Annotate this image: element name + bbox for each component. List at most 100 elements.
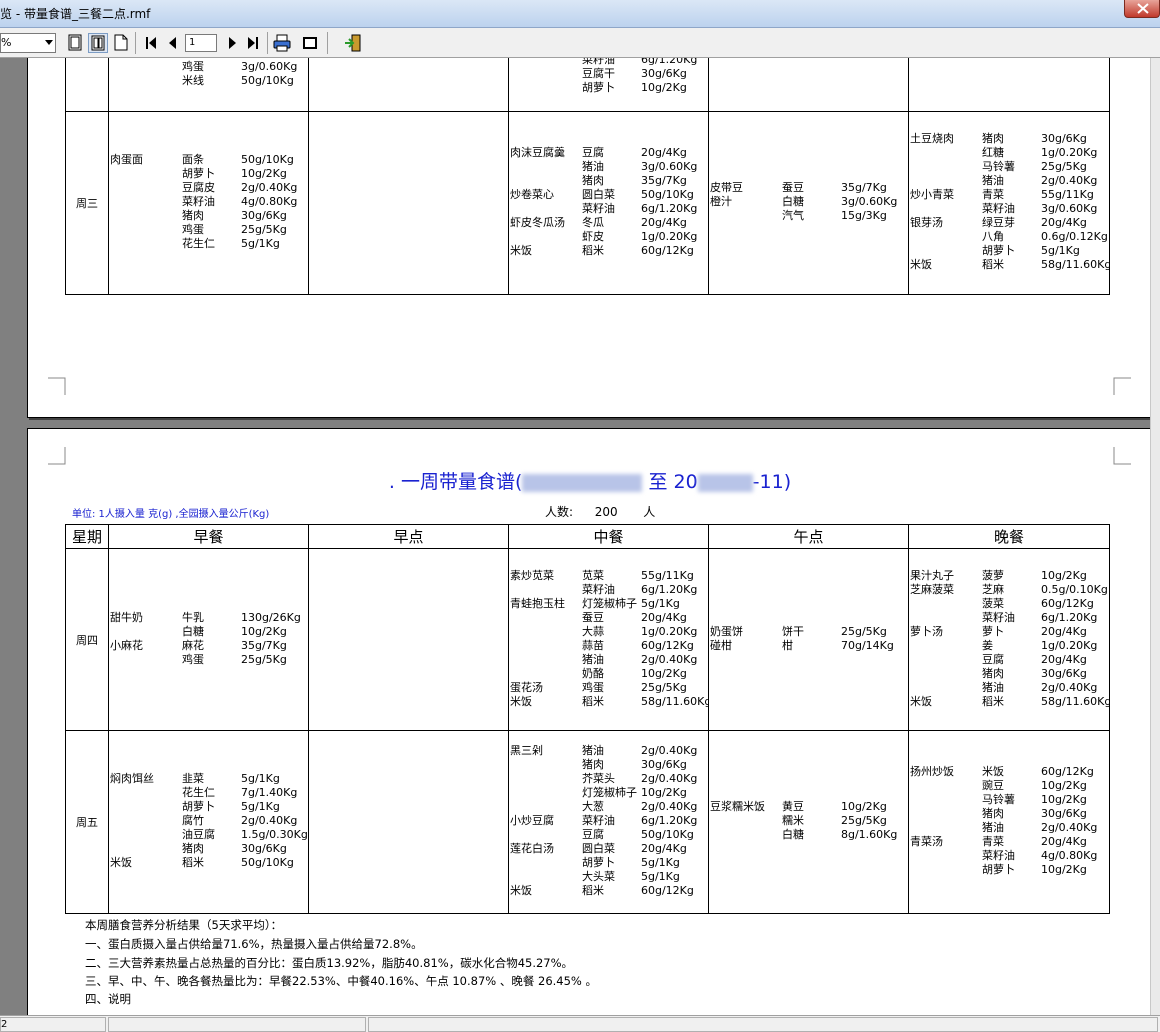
document-viewport[interactable]: 鸡蛋 3g/0.60Kg 米线 50g/10Kg 菜籽油 6g/1.20Kg 豆腐干 30g… [0,58,1160,1015]
ingredient-amount: 35g/7Kg [841,181,887,194]
last-page-button[interactable] [243,33,263,53]
ingredient-name: 豆腐干 [582,67,615,80]
ingredient-name: 稻米 [982,695,1004,708]
ingredient-name: 稻米 [982,258,1004,271]
ingredient-name: 糯米 [782,814,804,827]
table-row: 鸡蛋 3g/0.60Kg 米线 50g/10Kg 菜籽油 6g/1.20Kg 豆腐干 30g… [65,58,1110,112]
header-dinner: 晚餐 [908,524,1110,549]
ingredient-amount: 50g/10Kg [241,856,294,869]
page-number-input[interactable]: 1 [185,34,217,52]
header-afternoon-snack: 午点 [708,524,909,549]
toolbar-separator [267,32,268,54]
ingredient-amount: 70g/14Kg [841,639,894,652]
ingredient-amount: 8g/1.60Kg [841,828,898,841]
exit-icon [345,34,361,52]
ingredient-name: 猪肉 [582,174,604,187]
ingredient-name: 猪肉 [182,209,204,222]
report-page: . 一周带量食谱( 至 20 -11) 单位: 1人摄入量 克(g) ,全园摄入量… [27,428,1151,1015]
next-page-button[interactable] [222,33,242,53]
ingredient-name: 韭菜 [182,772,204,785]
ingredient-name: 鸡蛋 [182,223,204,236]
dish-name: 青蛙抱玉柱 [510,597,565,610]
dish-name: 甜牛奶 [110,611,143,624]
report-title: . 一周带量食谱( 至 20 -11) [28,467,1152,494]
ingredient-name: 菜籽油 [582,202,615,215]
ingredient-amount: 2g/0.40Kg [1041,821,1098,834]
ingredient-amount: 1g/0.20Kg [1041,146,1098,159]
page-width-view-button[interactable] [111,33,131,53]
ingredient-amount: 30g/6Kg [1041,807,1087,820]
ingredient-amount: 20g/4Kg [641,611,687,624]
two-page-view-button[interactable] [88,33,108,53]
ingredient-amount: 5g/1Kg [241,800,280,813]
single-page-view-button[interactable] [65,33,85,53]
ingredient-name: 米饭 [982,765,1004,778]
zoom-value: % [1,36,12,49]
ingredient-name: 菜籽油 [982,849,1015,862]
table-row: 周五 焖肉饵丝 韭菜 5g/1Kg 花生仁 7g/1.40Kg 胡萝卜 5g/1Kg 腐竹 2g… [65,730,1110,914]
ingredient-name: 蚕豆 [582,611,604,624]
ingredient-name: 虾皮 [582,230,604,243]
ingredient-amount: 55g/11Kg [1041,188,1094,201]
redacted-date [522,473,643,492]
vertical-scrollbar[interactable] [1150,58,1160,1015]
page-width-view-icon [114,34,128,51]
ingredient-name: 奶酪 [582,667,604,680]
header-lunch: 中餐 [508,524,709,549]
crop-mark [48,447,66,465]
ingredient-name: 腐竹 [182,814,204,827]
table-row: 周三 肉蛋面 面条 50g/10Kg 胡萝卜 10g/2Kg 豆腐皮 2g/0.40Kg 菜籽… [65,111,1110,295]
report-title-suffix: -11) [752,471,792,493]
table-header-row: 星期 早餐 早点 中餐 午点 晚餐 [65,524,1110,549]
ingredient-amount: 35g/7Kg [241,639,287,652]
toolbar-separator [327,32,328,54]
ingredient-amount: 3g/0.60Kg [241,60,298,73]
ingredient-name: 猪肉 [982,667,1004,680]
print-icon [273,34,291,52]
dish-name: 肉蛋面 [110,153,143,166]
crop-mark [1113,447,1131,465]
ingredient-name: 蒜苗 [582,639,604,652]
ingredient-name: 苋菜 [582,569,604,582]
ingredient-name: 猪油 [582,160,604,173]
ingredient-name: 鸡蛋 [182,60,204,73]
prev-page-button[interactable] [163,33,183,53]
ingredient-name: 萝卜 [982,625,1004,638]
ingredient-name: 菠菜 [982,597,1004,610]
ingredient-name: 猪肉 [982,807,1004,820]
stop-button[interactable] [300,33,320,53]
dish-name: 扬州炒饭 [910,765,954,778]
ingredient-name: 牛乳 [182,611,204,624]
ingredient-name: 花生仁 [182,237,215,250]
ingredient-name: 胡萝卜 [582,81,615,94]
ingredient-amount: 2g/0.40Kg [1041,174,1098,187]
dish-name: 米饭 [510,695,532,708]
two-page-view-icon [91,35,105,51]
ingredient-name: 猪油 [582,653,604,666]
ingredient-name: 红糖 [982,146,1004,159]
last-page-icon [248,37,258,49]
header-morning-snack: 早点 [308,524,509,549]
ingredient-amount: 1g/0.20Kg [641,625,698,638]
ingredient-name: 白糖 [182,625,204,638]
ingredient-amount: 50g/10Kg [641,188,694,201]
single-page-view-icon [68,34,82,51]
ingredient-amount: 5g/1Kg [241,237,280,250]
print-button[interactable] [272,33,292,53]
ingredient-amount: 0.5g/0.10Kg [1041,583,1108,596]
ingredient-name: 菜籽油 [582,814,615,827]
close-button[interactable] [1124,0,1160,18]
ingredient-name: 绿豆芽 [982,216,1015,229]
ingredient-amount: 0.6g/0.12Kg [1041,230,1108,243]
ingredient-amount: 20g/4Kg [1041,625,1087,638]
window-title: 览 - 带量食谱_三餐二点.rmf [0,7,151,21]
ingredient-name: 胡萝卜 [582,856,615,869]
zoom-select[interactable]: % [0,33,56,53]
first-page-button[interactable] [141,33,161,53]
exit-button[interactable] [343,33,363,53]
dish-name: 米饭 [910,258,932,271]
ingredient-name: 鸡蛋 [182,653,204,666]
crop-mark [1113,377,1131,395]
ingredient-amount: 25g/5Kg [241,653,287,666]
ingredient-name: 菜籽油 [982,202,1015,215]
